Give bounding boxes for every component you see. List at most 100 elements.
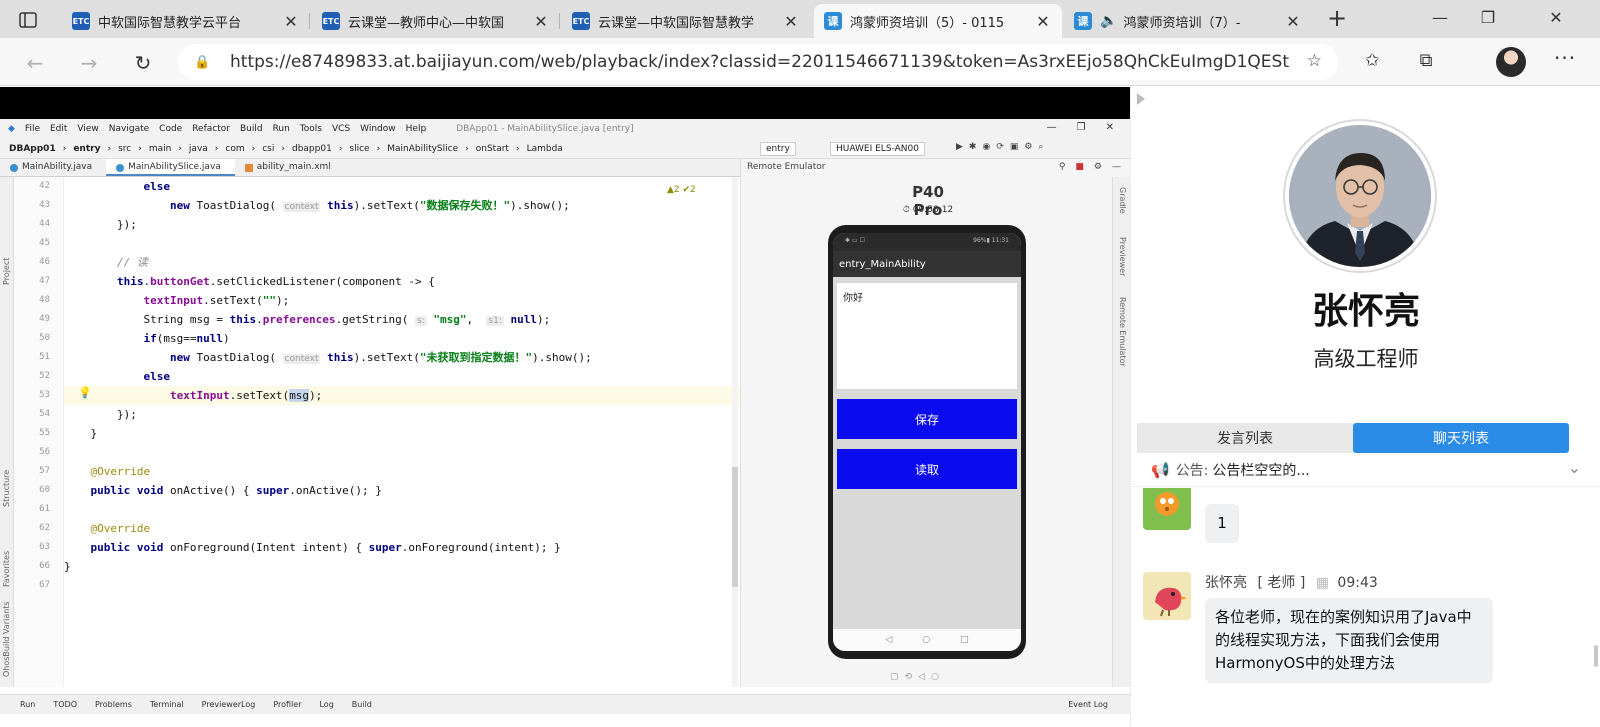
video-player[interactable]: ◆ File Edit View Navigate Code Refactor … bbox=[0, 87, 1130, 727]
close-window-icon[interactable]: ✕ bbox=[1536, 4, 1576, 32]
menu-build: Build bbox=[239, 124, 263, 134]
app-read-button: 读取 bbox=[837, 449, 1017, 489]
side-panel: 张怀亮 高级工程师 发言列表 聊天列表 📢 公告: 公告栏空空的... ⌄ 1 … bbox=[1130, 87, 1600, 727]
refresh-button[interactable]: ↻ bbox=[128, 48, 158, 78]
favorites-icon[interactable]: ✩ bbox=[1358, 50, 1386, 71]
etc-icon: ETC bbox=[572, 12, 590, 30]
forward-button[interactable]: → bbox=[74, 48, 104, 78]
menu-file: File bbox=[24, 124, 40, 134]
side-label: OhosBuild Variants bbox=[2, 601, 11, 677]
menu-vcs: VCS bbox=[332, 124, 351, 134]
tab-actions-button[interactable] bbox=[10, 7, 46, 33]
collections-icon[interactable]: ⧉ bbox=[1412, 50, 1440, 71]
ide-window-controls: — ❐ ✕ bbox=[1046, 122, 1114, 133]
close-tab-icon[interactable]: ✕ bbox=[782, 12, 800, 31]
profile-avatar[interactable] bbox=[1496, 47, 1526, 77]
lock-icon[interactable]: 🔒 bbox=[194, 55, 216, 70]
chat-message: 1 bbox=[1205, 504, 1239, 543]
app-save-button: 保存 bbox=[837, 399, 1017, 439]
tool-log: Log bbox=[319, 700, 334, 709]
classroom-icon: 课 bbox=[1074, 12, 1092, 30]
close-tab-icon[interactable]: ✕ bbox=[532, 12, 550, 31]
speaker-icon[interactable]: 🔈 bbox=[1100, 13, 1117, 29]
tab-speaker-list[interactable]: 发言列表 bbox=[1137, 423, 1353, 453]
ide-right-toolstrip: Gradle Previewer Remote Emulator bbox=[1112, 177, 1130, 687]
menu-tools: Tools bbox=[299, 124, 322, 134]
new-tab-button[interactable]: + bbox=[1322, 4, 1352, 32]
chat-scrollbar[interactable] bbox=[1594, 645, 1598, 667]
side-label: Favorites bbox=[2, 550, 11, 587]
url-text: https://e87489833.at.baijiayun.com/web/p… bbox=[230, 52, 1290, 72]
tab-title: 云课堂—中软国际智慧教学 bbox=[598, 15, 755, 31]
back-button[interactable]: ← bbox=[20, 48, 50, 78]
crumb: src bbox=[118, 143, 132, 154]
back-nav-icon: ◁ bbox=[885, 635, 893, 645]
address-bar[interactable]: 🔒 https://e87489833.at.baijiayun.com/web… bbox=[178, 44, 1338, 80]
timer-value: 00:58:12 bbox=[912, 205, 954, 215]
crumb: java bbox=[188, 143, 208, 154]
ide-left-toolstrip: Project Structure Favorites OhosBuild Va… bbox=[0, 177, 14, 687]
browser-tab-1[interactable]: ETC 中软国际智慧教学云平台 ✕ bbox=[62, 4, 310, 38]
collapse-panel-icon[interactable] bbox=[1137, 93, 1145, 105]
teacher-avatar bbox=[1285, 121, 1435, 271]
chevron-down-icon[interactable]: ⌄ bbox=[1568, 458, 1581, 477]
menu-help: Help bbox=[405, 124, 427, 134]
browser-tab-5[interactable]: 课 🔈 鸿蒙师资培训（7）- ✕ bbox=[1064, 4, 1312, 38]
tab-title: 鸿蒙师资培训（7）- bbox=[1123, 15, 1241, 31]
close-tab-icon[interactable]: ✕ bbox=[1034, 12, 1052, 31]
avatar bbox=[1143, 572, 1191, 620]
windows-icon: ▦ bbox=[1315, 575, 1329, 591]
crumb: Lambda bbox=[526, 143, 563, 154]
lightbulb-icon: 💡 bbox=[78, 386, 92, 399]
tab-actions-icon bbox=[19, 12, 37, 28]
tool-build: Build bbox=[351, 700, 372, 709]
menu-window: Window bbox=[360, 124, 396, 134]
crumb: onStart bbox=[475, 143, 509, 154]
side-label: Project bbox=[2, 257, 11, 285]
browser-tab-3[interactable]: ETC 云课堂—中软国际智慧教学 ✕ bbox=[562, 4, 810, 38]
crumb: main bbox=[148, 143, 172, 154]
video-letterbox bbox=[0, 87, 1130, 119]
notice-label: 公告: bbox=[1175, 462, 1209, 479]
editor-scrollbar bbox=[732, 177, 738, 687]
app-text-field: 你好 bbox=[837, 283, 1017, 389]
crumb: MainAbilitySlice bbox=[387, 143, 459, 154]
etc-icon: ETC bbox=[322, 12, 340, 30]
menu-refactor: Refactor bbox=[192, 124, 230, 134]
browser-tab-4[interactable]: 课 鸿蒙师资培训（5）- 0115 ✕ bbox=[814, 4, 1062, 38]
teacher-name: 张怀亮 bbox=[1311, 291, 1420, 332]
crumb: csi bbox=[262, 143, 275, 154]
emulator-title: Remote Emulator bbox=[747, 162, 826, 172]
tab-chat-list[interactable]: 聊天列表 bbox=[1353, 423, 1569, 453]
minimize-icon[interactable]: — bbox=[1420, 4, 1460, 32]
address-toolbar: ← → ↻ 🔒 https://e87489833.at.baijiayun.c… bbox=[0, 38, 1600, 86]
browser-tab-2[interactable]: ETC 云课堂—教师中心—中软国 ✕ bbox=[312, 4, 560, 38]
run-config-select: entry bbox=[760, 142, 796, 156]
phone-status-bar: ✱ ▭ ☐ 96%▮ 11:31 bbox=[833, 233, 1021, 251]
menu-navigate: Navigate bbox=[108, 124, 150, 134]
crumb: dbapp01 bbox=[291, 143, 332, 154]
tool-terminal: Terminal bbox=[149, 700, 184, 709]
add-favorite-icon[interactable]: ☆ bbox=[1307, 51, 1322, 71]
editor-tab: ability_main.xml bbox=[235, 159, 345, 176]
phone-nav-bar: ◁ ○ □ bbox=[833, 629, 1021, 651]
close-tab-icon[interactable]: ✕ bbox=[1284, 12, 1302, 31]
etc-icon: ETC bbox=[72, 12, 90, 30]
side-label: Structure bbox=[2, 469, 11, 507]
classroom-icon: 课 bbox=[824, 12, 842, 30]
chat-sender-line: 张怀亮 [ 老师 ] ▦ 09:43 bbox=[1205, 572, 1378, 592]
tool-todo: TODO bbox=[53, 700, 77, 709]
close-tab-icon[interactable]: ✕ bbox=[282, 12, 300, 31]
emulator-toolbar-icons: ⚲ ■ ⚙ — bbox=[1058, 162, 1121, 172]
crumb: com bbox=[225, 143, 245, 154]
notice-bar[interactable]: 📢 公告: 公告栏空空的... ⌄ bbox=[1131, 453, 1600, 487]
notice-text: 公告栏空空的... bbox=[1212, 462, 1310, 479]
avatar bbox=[1143, 488, 1191, 530]
editor-tab: MainAbility.java bbox=[0, 159, 106, 176]
crumb: DBApp01 bbox=[9, 143, 56, 154]
more-menu-icon[interactable]: ··· bbox=[1554, 46, 1576, 70]
home-nav-icon: ○ bbox=[922, 635, 931, 645]
megaphone-icon: 📢 bbox=[1151, 460, 1170, 479]
code-editor: 42 else 43 new ToastDialog( context this… bbox=[39, 177, 740, 687]
restore-icon[interactable]: ❐ bbox=[1468, 4, 1508, 32]
